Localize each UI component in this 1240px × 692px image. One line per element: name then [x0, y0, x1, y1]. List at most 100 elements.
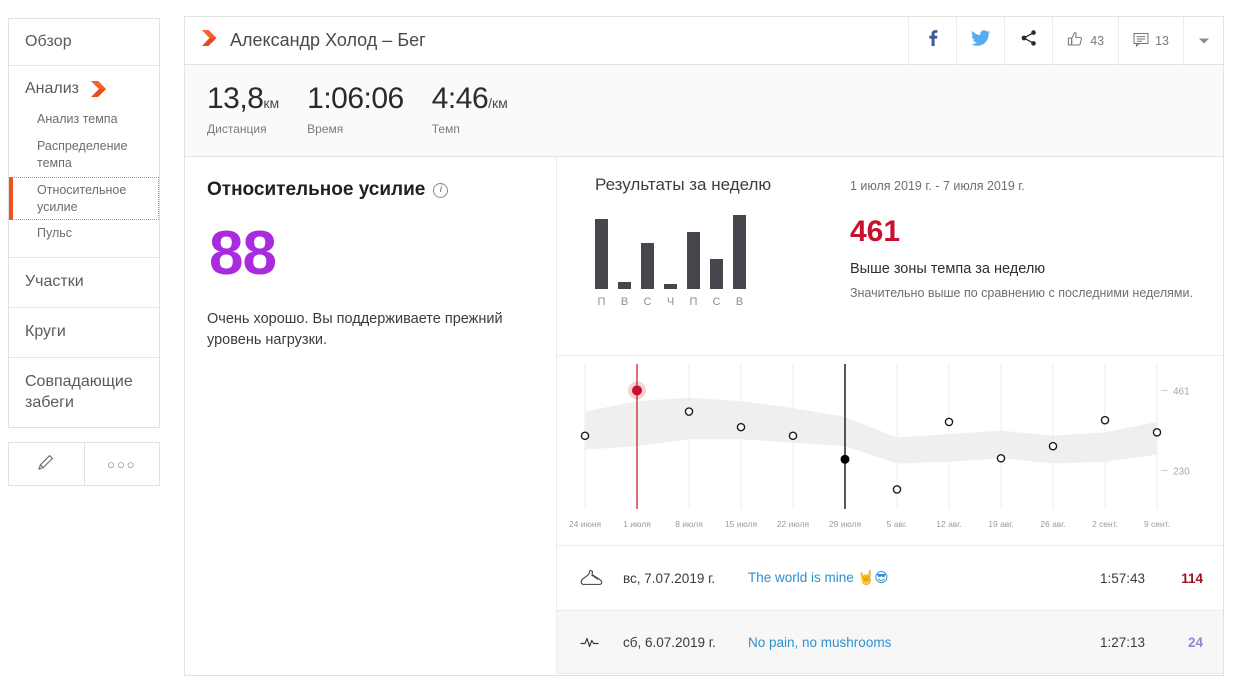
sidebar: Обзор Анализ Анализ темпа Распределение …	[8, 18, 160, 487]
sidebar-item-pace-analysis[interactable]: Анализ темпа	[9, 106, 159, 133]
weekly-bar-chart	[595, 213, 850, 289]
sidebar-nav: Обзор Анализ Анализ темпа Распределение …	[8, 18, 160, 429]
stat-time: 1:06:06 Время	[307, 83, 404, 136]
activity-stats: 13,8км Дистанция 1:06:06 Время 4:46/км Т…	[184, 65, 1224, 157]
activity-date: вс, 7.07.2019 г.	[623, 570, 716, 586]
table-row[interactable]: сб, 6.07.2019 г. No pain, no mushrooms 1…	[557, 610, 1223, 674]
sidebar-item-relative-effort[interactable]: Относительное усилие	[9, 176, 159, 221]
sidebar-item-analysis[interactable]: Анализ	[9, 66, 159, 104]
x-tick-label: 15 июля	[725, 519, 758, 529]
weekly-bar-label: В	[735, 296, 744, 308]
content-area: Относительное усилие i 88 Очень хорошо. …	[184, 157, 1224, 676]
pencil-icon	[36, 452, 56, 477]
page-root: Обзор Анализ Анализ темпа Распределение …	[0, 0, 1240, 692]
strava-chevron-icon	[89, 80, 109, 98]
stat-pace-unit: /км	[488, 95, 508, 111]
stat-time-label: Время	[307, 121, 344, 136]
weekly-bars-block: Результаты за неделю П В С Ч П С В	[595, 175, 850, 355]
sidebar-item-laps-label: Круги	[25, 323, 66, 341]
share-button[interactable]	[1004, 16, 1052, 65]
trend-chart[interactable]: 230 461 24 июня 1 июля 8 июля 15 июля 22 июля 2…	[557, 356, 1223, 546]
x-tick-label: 19 авг.	[988, 519, 1013, 529]
data-point[interactable]	[1152, 428, 1162, 437]
x-tick-label: 26 авг.	[1040, 519, 1065, 529]
activity-name[interactable]: The world is mine 🤘😎	[748, 570, 1061, 586]
data-point[interactable]	[684, 407, 694, 416]
activity-score: 114	[1181, 570, 1203, 586]
x-tick-label: 24 июня	[569, 519, 602, 529]
weekly-bar	[664, 284, 677, 289]
data-point[interactable]	[892, 485, 902, 494]
y-tick-label: 461	[1173, 386, 1190, 397]
weekly-bar-label: П	[689, 296, 698, 308]
weekly-date-range: 1 июля 2019 г. - 7 июля 2019 г.	[850, 179, 1025, 193]
activity-name[interactable]: No pain, no mushrooms	[748, 635, 1061, 650]
stat-time-value: 1:06:06	[307, 82, 404, 115]
weekly-bar-label: Ч	[666, 296, 675, 308]
edit-button[interactable]	[9, 443, 84, 485]
info-circle-icon[interactable]: i	[433, 182, 449, 198]
activity-title-group: Александр Холод – Бег	[185, 28, 908, 53]
weekly-score-block: 1 июля 2019 г. - 7 июля 2019 г. 461 Выше…	[850, 175, 1199, 355]
table-row[interactable]: вс, 7.07.2019 г. The world is mine 🤘😎 1:…	[557, 546, 1223, 610]
comments-count: 13	[1155, 33, 1169, 48]
sidebar-item-analysis-label: Анализ	[25, 80, 80, 97]
stat-pace: 4:46/км Темп	[432, 83, 508, 136]
weekly-summary: Результаты за неделю П В С Ч П С В 1 июля 2019…	[557, 157, 1223, 356]
activity-time: 1:27:13	[1099, 634, 1145, 650]
weekly-title: Результаты за неделю	[595, 175, 772, 194]
data-point[interactable]	[788, 431, 798, 441]
x-tick-label: 5 авг.	[887, 519, 908, 529]
data-point[interactable]	[1100, 415, 1110, 425]
twitter-share-button[interactable]	[956, 16, 1004, 65]
data-point[interactable]	[996, 453, 1006, 463]
weekly-headline: Выше зоны темпа за неделю	[850, 261, 1046, 277]
data-point[interactable]	[944, 417, 954, 427]
sidebar-item-heart-rate-label: Пульс	[37, 226, 73, 241]
ellipsis-icon: ○○○	[106, 456, 137, 472]
x-tick-label: 9 сент.	[1144, 519, 1170, 529]
x-tick-label: 29 июля	[829, 519, 862, 529]
sidebar-sublist: Анализ темпа Распределение темпа Относит…	[9, 104, 159, 259]
data-point[interactable]	[580, 431, 590, 441]
sidebar-item-relative-effort-label: Относительное усилие	[37, 182, 127, 214]
more-actions-button[interactable]	[1183, 16, 1223, 65]
relative-effort-title-row: Относительное усилие i	[207, 179, 534, 201]
sidebar-item-overview[interactable]: Обзор	[9, 19, 159, 66]
sidebar-item-segments-label: Участки	[25, 273, 84, 291]
facebook-share-button[interactable]	[908, 16, 956, 65]
more-options-button[interactable]: ○○○	[83, 443, 160, 486]
sidebar-item-pace-analysis-label: Анализ темпа	[37, 112, 118, 126]
activity-titlebar: Александр Холод – Бег 43 13	[184, 16, 1224, 65]
data-point[interactable]	[1048, 441, 1058, 451]
weekly-bar-label: П	[597, 296, 606, 308]
facebook-icon	[925, 29, 941, 52]
weekly-bar	[641, 243, 654, 289]
comments-button[interactable]: 13	[1118, 16, 1183, 65]
sidebar-item-matched-runs[interactable]: Совпадающие забеги	[9, 358, 159, 428]
data-point[interactable]	[736, 422, 746, 432]
twitter-icon	[971, 29, 991, 52]
trend-band	[585, 397, 1157, 464]
relative-effort-description: Очень хорошо. Вы поддерживаете прежний у…	[207, 311, 503, 349]
data-point[interactable]	[632, 385, 642, 396]
heart-rate-icon	[579, 633, 623, 651]
sidebar-item-heart-rate[interactable]: Пульс	[9, 220, 159, 247]
sidebar-item-segments[interactable]: Участки	[9, 258, 159, 309]
activity-date: сб, 6.07.2019 г.	[623, 634, 716, 650]
social-actions: 43 13	[908, 16, 1223, 65]
sidebar-item-pace-distribution[interactable]: Распределение темпа	[9, 133, 159, 177]
weekly-bar	[710, 259, 723, 289]
stat-pace-label: Темп	[431, 121, 460, 136]
activity-score: 24	[1187, 634, 1203, 650]
kudos-button[interactable]: 43	[1052, 16, 1118, 65]
sidebar-item-laps[interactable]: Круги	[9, 308, 159, 358]
relative-effort-title: Относительное усилие	[207, 179, 426, 200]
data-point[interactable]	[840, 454, 850, 464]
weekly-bar	[618, 282, 631, 289]
weekly-bar	[733, 215, 746, 289]
comment-icon	[1133, 32, 1149, 50]
weekly-bar-label: В	[620, 296, 629, 308]
stat-distance: 13,8км Дистанция	[207, 83, 279, 136]
share-icon	[1020, 29, 1038, 52]
